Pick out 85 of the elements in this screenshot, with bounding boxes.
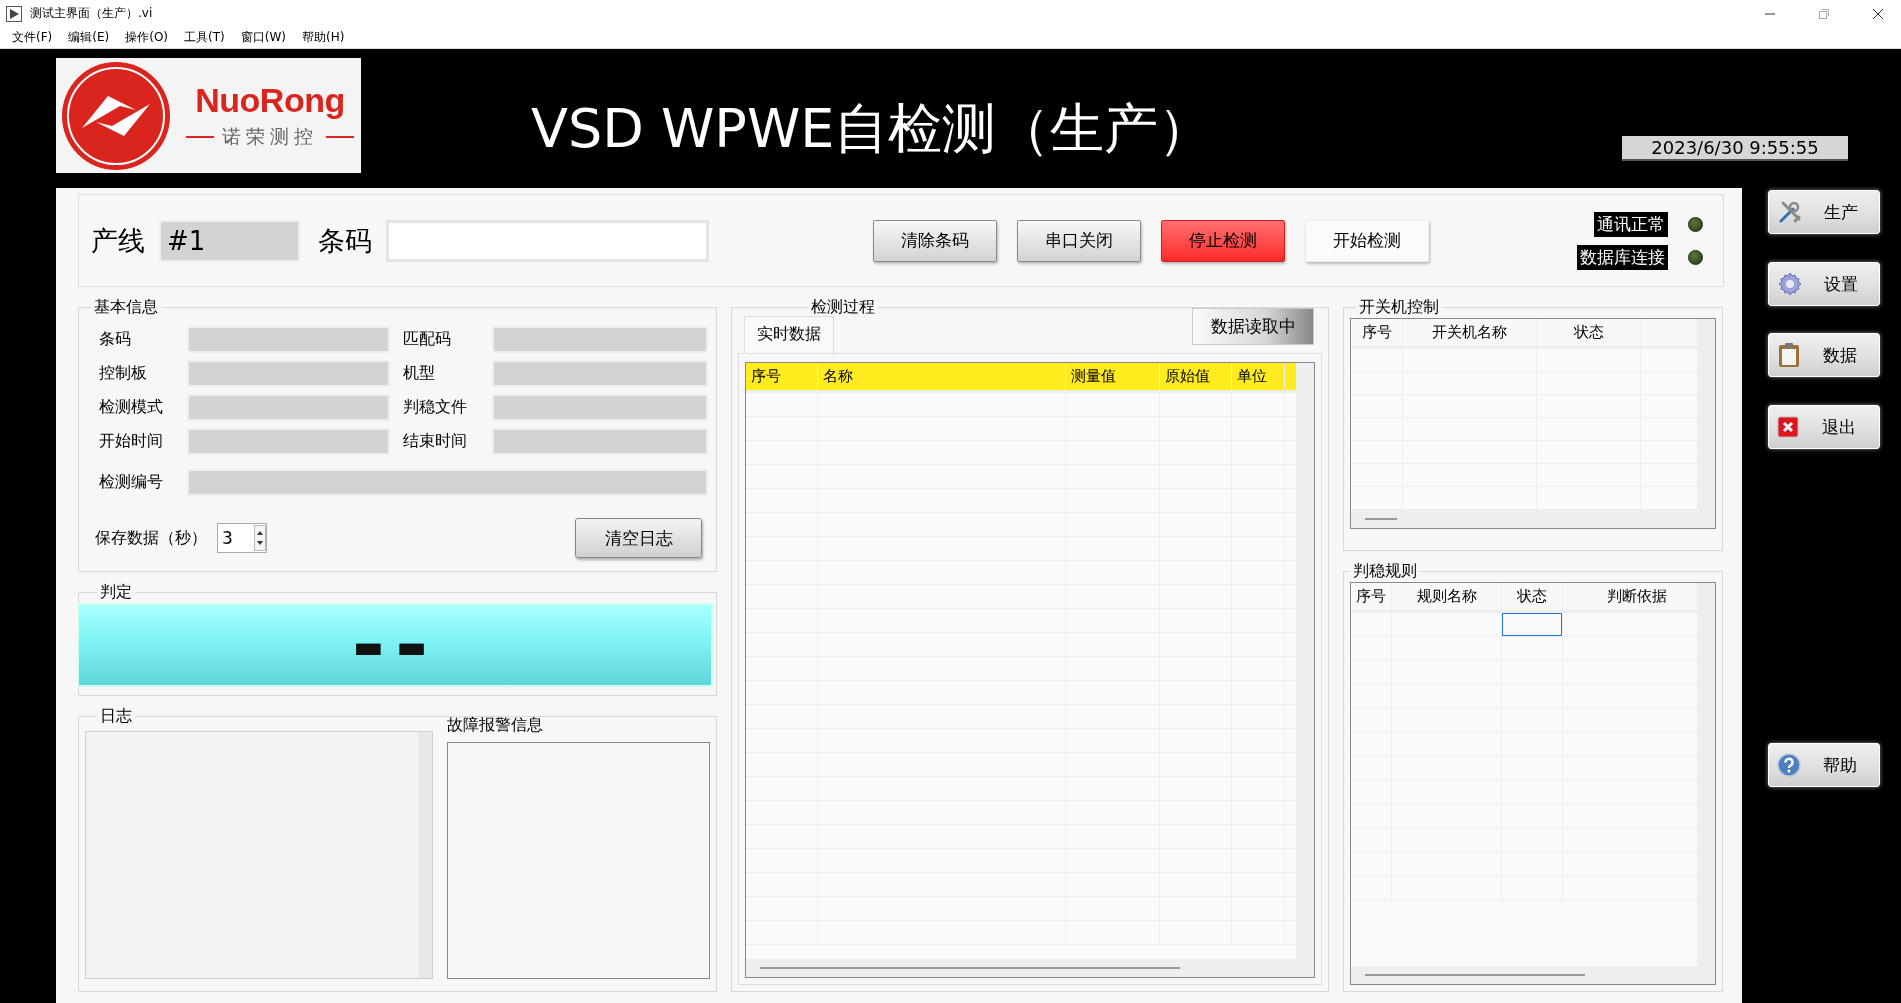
action-button[interactable]: 停止检测 [1161, 219, 1285, 262]
maximize-icon[interactable] [1819, 8, 1829, 19]
field-label: 开始时间 [99, 431, 164, 452]
field-label: 结束时间 [403, 431, 468, 452]
indicator-label: 数据库连接 [1577, 244, 1668, 270]
column-header: 单位 [1232, 363, 1285, 390]
help-icon [1777, 753, 1801, 777]
close-icon [1777, 416, 1799, 438]
action-button[interactable]: 清除条码 [873, 219, 997, 262]
menu-item[interactable]: 文件(F) [6, 29, 59, 46]
judgment-value: -- [351, 605, 439, 685]
group-title: 判稳规则 [1352, 561, 1418, 582]
number-spinner[interactable]: 3 [217, 523, 267, 553]
tab[interactable]: 实时数据 [744, 316, 834, 353]
action-button[interactable]: 串口关闭 [1017, 219, 1141, 262]
horizontal-scrollbar[interactable] [1351, 510, 1715, 528]
field-label: 检测模式 [99, 397, 164, 418]
alarm-label: 故障报警信息 [447, 715, 544, 736]
group-title: 日志 [99, 706, 133, 727]
info-field[interactable] [492, 394, 708, 421]
menu-item[interactable]: 窗口(W) [234, 29, 292, 46]
column-header: 序号 [746, 363, 818, 390]
field-label: 控制板 [99, 363, 148, 384]
barcode-label: 条码 [318, 223, 372, 258]
field-label: 条码 [99, 329, 132, 350]
app-icon [6, 5, 22, 22]
spin-arrows-icon[interactable] [254, 525, 266, 551]
column-header: 测量值 [1066, 363, 1160, 390]
page-title: VSD WPWE自检测（生产） [531, 96, 1213, 162]
info-field[interactable] [187, 469, 708, 496]
info-field[interactable] [187, 360, 390, 387]
menu-item[interactable]: 帮助(H) [295, 29, 351, 46]
group-title: 基本信息 [93, 297, 159, 318]
column-header: 状态 [1502, 583, 1563, 610]
logo-name: NuoRong [195, 81, 345, 120]
field-label: 匹配码 [403, 329, 452, 350]
group-title: 判定 [99, 582, 133, 603]
field-label: 机型 [403, 363, 436, 384]
window-title: 测试主界面（生产）.vi [30, 5, 154, 22]
vertical-scrollbar[interactable] [418, 732, 432, 978]
nav-button[interactable]: 退出 [1768, 405, 1880, 449]
menu-item[interactable]: 编辑(E) [62, 29, 116, 46]
field-label: 检测编号 [99, 472, 164, 493]
horizontal-scrollbar[interactable] [746, 959, 1314, 977]
vertical-scrollbar[interactable] [1296, 363, 1314, 959]
column-header: 序号 [1351, 319, 1403, 346]
status-button[interactable]: 数据读取中 [1192, 308, 1314, 345]
vertical-scrollbar[interactable] [1697, 583, 1715, 966]
line-label: 产线 [91, 223, 145, 258]
field-label: 判稳文件 [403, 397, 468, 418]
nav-button[interactable]: 数据 [1768, 333, 1880, 377]
info-field[interactable] [492, 360, 708, 387]
group-title: 开关机控制 [1358, 297, 1440, 318]
column-header: 序号 [1351, 583, 1392, 610]
horizontal-scrollbar[interactable] [1351, 966, 1715, 984]
selected-cell[interactable] [1502, 613, 1562, 636]
close-icon[interactable] [1873, 8, 1883, 19]
action-button[interactable]: 开始检测 [1305, 219, 1429, 262]
info-field[interactable] [187, 428, 390, 455]
vertical-scrollbar[interactable] [1697, 319, 1715, 510]
info-field[interactable] [187, 326, 390, 353]
save-interval-label: 保存数据（秒） [95, 527, 207, 549]
column-header: 状态 [1537, 319, 1641, 346]
clipboard-icon [1777, 342, 1801, 368]
gear-icon [1777, 271, 1803, 297]
datetime-display: 2023/6/30 9:55:55 [1622, 136, 1848, 161]
tools-icon [1777, 199, 1803, 225]
nav-button[interactable]: 帮助 [1768, 743, 1880, 787]
info-field[interactable] [492, 326, 708, 353]
nav-button[interactable]: 生产 [1768, 190, 1880, 234]
line-field[interactable]: #1 [159, 219, 300, 262]
group-title: 检测过程 [810, 297, 876, 318]
logo-subtitle: 诺荣测控 [222, 124, 318, 149]
column-header: 规则名称 [1392, 583, 1502, 610]
nav-button[interactable]: 设置 [1768, 262, 1880, 306]
info-field[interactable] [492, 428, 708, 455]
column-header: 名称 [818, 363, 1066, 390]
menu-item[interactable]: 工具(T) [178, 29, 231, 46]
info-field[interactable] [187, 394, 390, 421]
column-header: 开关机名称 [1403, 319, 1537, 346]
barcode-field[interactable] [386, 219, 709, 262]
clear-log-button[interactable]: 清空日志 [575, 518, 702, 558]
menu-item[interactable]: 操作(O) [119, 29, 175, 46]
column-header: 原始值 [1160, 363, 1232, 390]
indicator-label: 通讯正常 [1594, 211, 1668, 237]
